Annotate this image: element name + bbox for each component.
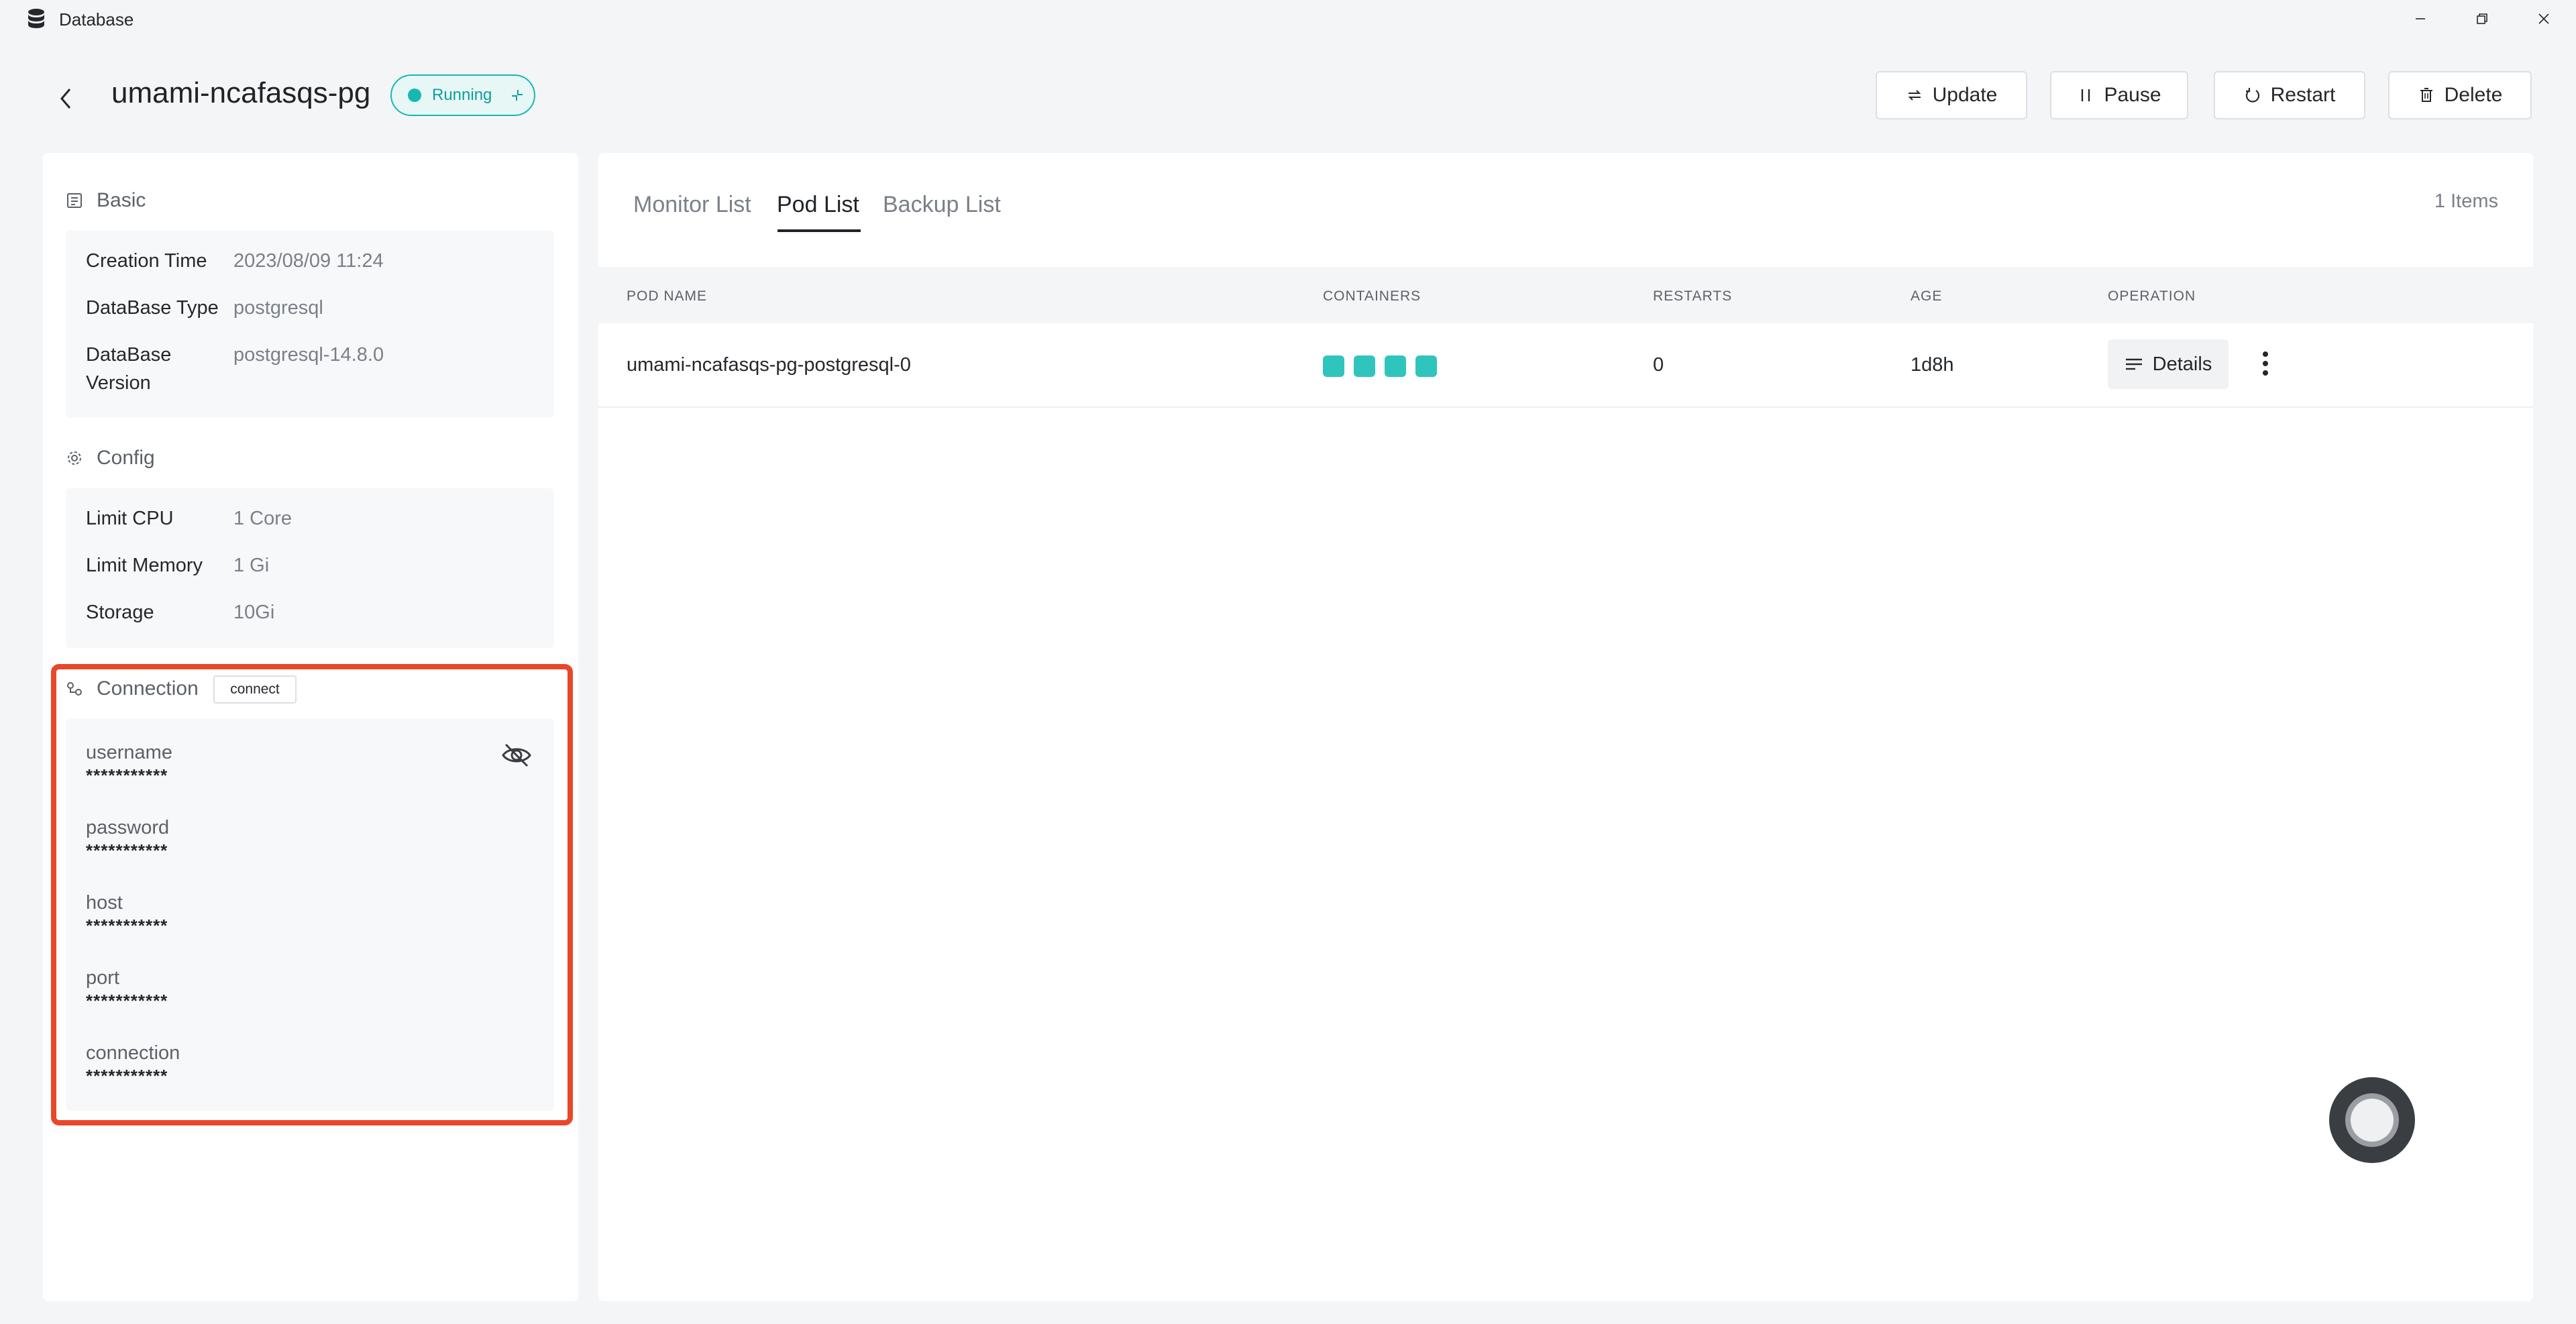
restore-button[interactable] — [2455, 3, 2509, 35]
restarts-cell: 0 — [1653, 354, 1664, 376]
menu-lines-icon — [2125, 358, 2142, 370]
container-status-icon[interactable] — [1323, 355, 1344, 377]
tab-pod-list[interactable]: Pod List — [777, 192, 859, 218]
toggle-visibility-button[interactable] — [498, 736, 535, 774]
container-status-icon[interactable] — [1354, 355, 1375, 377]
restore-icon — [2477, 13, 2487, 24]
details-label: Details — [2152, 353, 2212, 375]
update-label: Update — [1932, 84, 1998, 106]
pod-name-cell: umami-ncafasqs-pg-postgresql-0 — [627, 354, 911, 376]
container-status-icon[interactable] — [1415, 355, 1437, 377]
floating-assistant-button[interactable] — [2329, 1077, 2415, 1163]
secret-label: connection — [86, 1042, 180, 1064]
assistant-ring-icon — [2345, 1093, 2399, 1147]
kv-value: 2023/08/09 11:24 — [233, 250, 384, 272]
tab-backup-list[interactable]: Backup List — [883, 192, 1001, 218]
update-button[interactable]: Update — [1876, 71, 2027, 119]
kv-label: Creation Time — [86, 250, 207, 272]
kv-label: DataBase Version — [86, 344, 172, 394]
details-button[interactable]: Details — [2108, 339, 2229, 389]
kv-label: Storage — [86, 602, 154, 623]
chevron-left-icon — [60, 89, 71, 109]
table-row: umami-ncafasqs-pg-postgresql-0 0 1d8h De… — [598, 323, 2533, 408]
list-panel: Monitor List Pod List Backup List 1 Item… — [598, 153, 2533, 1301]
config-info-box: Limit CPU 1 Core Limit Memory 1 Gi Stora… — [66, 488, 554, 648]
pause-button[interactable]: Pause — [2050, 71, 2188, 119]
kv-value: 1 Core — [233, 508, 292, 529]
window-title: Database — [59, 9, 134, 30]
config-heading-text: Config — [97, 447, 155, 469]
pause-icon — [2082, 89, 2090, 101]
shrink-icon — [512, 90, 523, 101]
kv-label: DataBase Type — [86, 297, 219, 319]
column-header-age: AGE — [1911, 288, 1943, 304]
delete-button[interactable]: Delete — [2388, 71, 2532, 119]
basic-heading-text: Basic — [97, 189, 146, 211]
connection-item-host: host *********** — [86, 889, 168, 935]
secret-value[interactable]: *********** — [86, 991, 168, 1010]
eye-off-icon — [502, 743, 531, 767]
active-tab-indicator — [777, 229, 861, 232]
connection-item-port: port *********** — [86, 964, 168, 1010]
title-bar: Database — [0, 0, 2576, 38]
basic-section-heading: Basic — [66, 189, 146, 212]
connection-item-username: username *********** — [86, 739, 172, 785]
delete-label: Delete — [2444, 84, 2503, 106]
secret-value[interactable]: *********** — [86, 841, 169, 860]
kv-label: Limit CPU — [86, 508, 174, 529]
status-badge: Running — [390, 74, 535, 116]
column-header-restarts: RESTARTS — [1653, 288, 1733, 304]
page-title: umami-ncafasqs-pg — [111, 76, 371, 109]
column-header-pod-name: POD NAME — [627, 288, 708, 304]
table-header: POD NAME CONTAINERS RESTARTS AGE OPERATI… — [598, 267, 2533, 323]
secret-value[interactable]: *********** — [86, 1066, 180, 1085]
gear-icon — [68, 451, 81, 465]
pause-label: Pause — [2104, 84, 2161, 106]
more-options-button[interactable] — [2255, 347, 2275, 380]
connect-button[interactable]: connect — [213, 675, 297, 704]
secret-label: port — [86, 967, 119, 989]
secret-value[interactable]: *********** — [86, 766, 172, 785]
document-icon — [67, 193, 82, 208]
link-icon — [67, 682, 82, 696]
minimize-icon — [2416, 18, 2425, 19]
secret-label: username — [86, 742, 172, 763]
kv-value: 1 Gi — [233, 555, 270, 576]
secret-label: password — [86, 817, 170, 838]
config-section-heading: Config — [66, 447, 155, 470]
container-status-icon[interactable] — [1385, 355, 1406, 377]
page-header: umami-ncafasqs-pg Running Update Pause R… — [0, 38, 2576, 152]
secret-label: host — [86, 892, 123, 914]
restart-label: Restart — [2270, 84, 2336, 106]
containers-cell — [1323, 355, 1437, 377]
status-dot-icon — [408, 89, 421, 102]
basic-info-box: Creation Time 2023/08/09 11:24 DataBase … — [66, 231, 554, 417]
restart-icon — [2245, 88, 2259, 103]
kv-label: Limit Memory — [86, 555, 203, 576]
kv-value: 10Gi — [233, 602, 275, 623]
back-button[interactable] — [52, 80, 79, 117]
kv-value: postgresql-14.8.0 — [233, 344, 384, 366]
status-text: Running — [432, 86, 492, 104]
close-button[interactable] — [2517, 3, 2571, 35]
column-header-operation: OPERATION — [2108, 288, 2196, 304]
restart-button[interactable]: Restart — [2214, 71, 2365, 119]
close-icon — [2538, 13, 2549, 24]
database-icon — [28, 9, 44, 28]
age-cell: 1d8h — [1911, 354, 1954, 376]
connection-item-connection: connection *********** — [86, 1040, 180, 1085]
swap-icon — [1908, 90, 1921, 101]
column-header-containers: CONTAINERS — [1323, 288, 1421, 304]
connection-section-heading: Connection — [66, 677, 199, 700]
kv-value: postgresql — [233, 297, 323, 319]
connection-heading-text: Connection — [97, 677, 199, 700]
more-vertical-icon — [2263, 351, 2268, 376]
connection-item-password: password *********** — [86, 814, 169, 860]
tab-monitor-list[interactable]: Monitor List — [633, 192, 751, 218]
items-count: 1 Items — [2434, 190, 2498, 212]
trash-icon — [2420, 88, 2432, 102]
minimize-button[interactable] — [2394, 3, 2447, 35]
secret-value[interactable]: *********** — [86, 916, 168, 935]
